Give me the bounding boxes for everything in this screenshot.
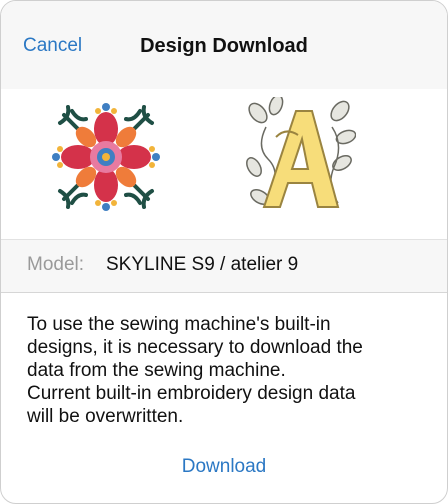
download-message: To use the sewing machine's built-in des… (27, 313, 427, 428)
model-row: Model: SKYLINE S9 / atelier 9 (1, 239, 447, 293)
dialog-header: Cancel Design Download (1, 1, 447, 90)
message-line: data from the sewing machine. (27, 360, 286, 381)
download-button[interactable]: Download (1, 456, 447, 478)
letter-a-design-icon (246, 97, 356, 208)
message-line: will be overwritten. (27, 406, 184, 427)
floral-design-icon (52, 103, 160, 211)
design-download-dialog: Cancel Design Download Model: SKYLINE S9… (0, 0, 448, 504)
model-value: SKYLINE S9 / atelier 9 (106, 254, 299, 275)
message-line: Current built-in embroidery design data (27, 383, 356, 404)
dialog-title: Design Download (140, 35, 308, 57)
model-label: Model: (27, 254, 85, 275)
message-line: To use the sewing machine's built-in (27, 314, 331, 335)
design-preview-area (1, 89, 447, 239)
message-line: designs, it is necessary to download the (27, 337, 363, 358)
